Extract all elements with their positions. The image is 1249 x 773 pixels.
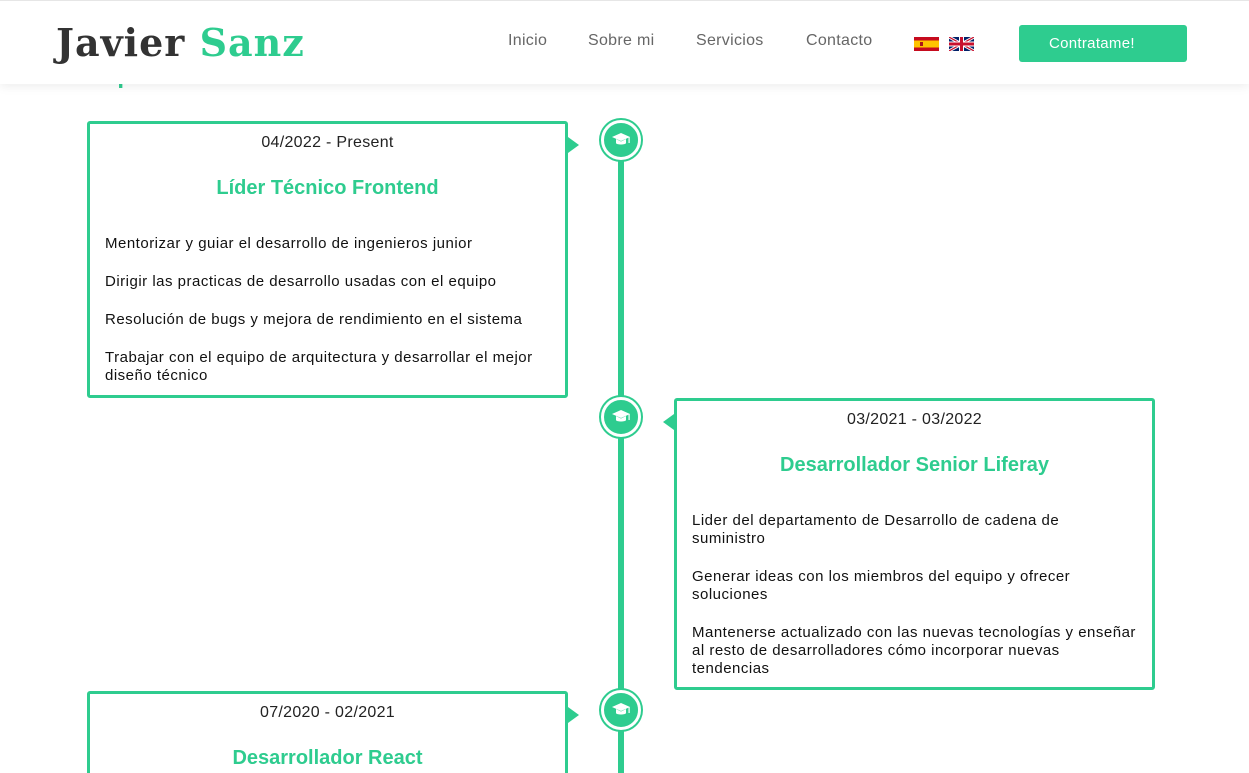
graduation-cap-icon <box>601 120 641 160</box>
job-date: 03/2021 - 03/2022 <box>847 411 982 428</box>
task-item: Mantenerse actualizado con las nuevas te… <box>692 624 1136 677</box>
timeline-card: 04/2022 - Present Líder Técnico Frontend… <box>87 121 579 398</box>
task-item: Resolución de bugs y mejora de rendimien… <box>105 311 523 328</box>
uk-flag-icon[interactable] <box>949 37 974 51</box>
graduation-cap-icon <box>601 397 641 437</box>
nav-sobre-mi[interactable]: Sobre mi <box>588 32 654 50</box>
job-date: 07/2020 - 02/2021 <box>260 704 395 721</box>
card-pointer <box>663 414 674 430</box>
task-item: Trabajar con el equipo de arquitectura y… <box>105 349 533 384</box>
timeline-line <box>618 140 624 773</box>
site-header: Javier Sanz Inicio Sobre mi Servicios Co… <box>0 0 1249 84</box>
logo-first-name: Javier <box>56 20 186 65</box>
timeline-card: 03/2021 - 03/2022 Desarrollador Senior L… <box>663 398 1155 690</box>
spain-flag-icon[interactable] <box>914 37 939 51</box>
nav-servicios[interactable]: Servicios <box>696 32 764 50</box>
task-item: Lider del departamento de Desarrollo de … <box>692 512 1060 547</box>
task-list: Mentorizar y guiar el desarrollo de inge… <box>90 235 565 385</box>
logo[interactable]: Javier Sanz <box>56 20 305 66</box>
job-role: Desarrollador React <box>232 747 423 769</box>
task-list: Lider del departamento de Desarrollo de … <box>677 512 1152 678</box>
logo-last-name: Sanz <box>199 20 305 65</box>
graduation-cap-icon <box>601 690 641 730</box>
card-pointer <box>568 137 579 153</box>
job-role: Líder Técnico Frontend <box>216 177 439 199</box>
job-date: 04/2022 - Present <box>261 134 394 151</box>
task-item: Generar ideas con los miembros del equip… <box>692 568 1071 603</box>
job-role: Desarrollador Senior Liferay <box>780 454 1049 476</box>
timeline-card: 07/2020 - 02/2021 Desarrollador React <box>87 691 579 773</box>
hire-me-button[interactable]: Contratame! <box>1019 25 1187 62</box>
nav-contacto[interactable]: Contacto <box>806 32 872 50</box>
task-item: Dirigir las practicas de desarrollo usad… <box>105 273 497 290</box>
card-pointer <box>568 707 579 723</box>
task-item: Mentorizar y guiar el desarrollo de inge… <box>105 235 473 252</box>
nav-inicio[interactable]: Inicio <box>508 32 547 50</box>
